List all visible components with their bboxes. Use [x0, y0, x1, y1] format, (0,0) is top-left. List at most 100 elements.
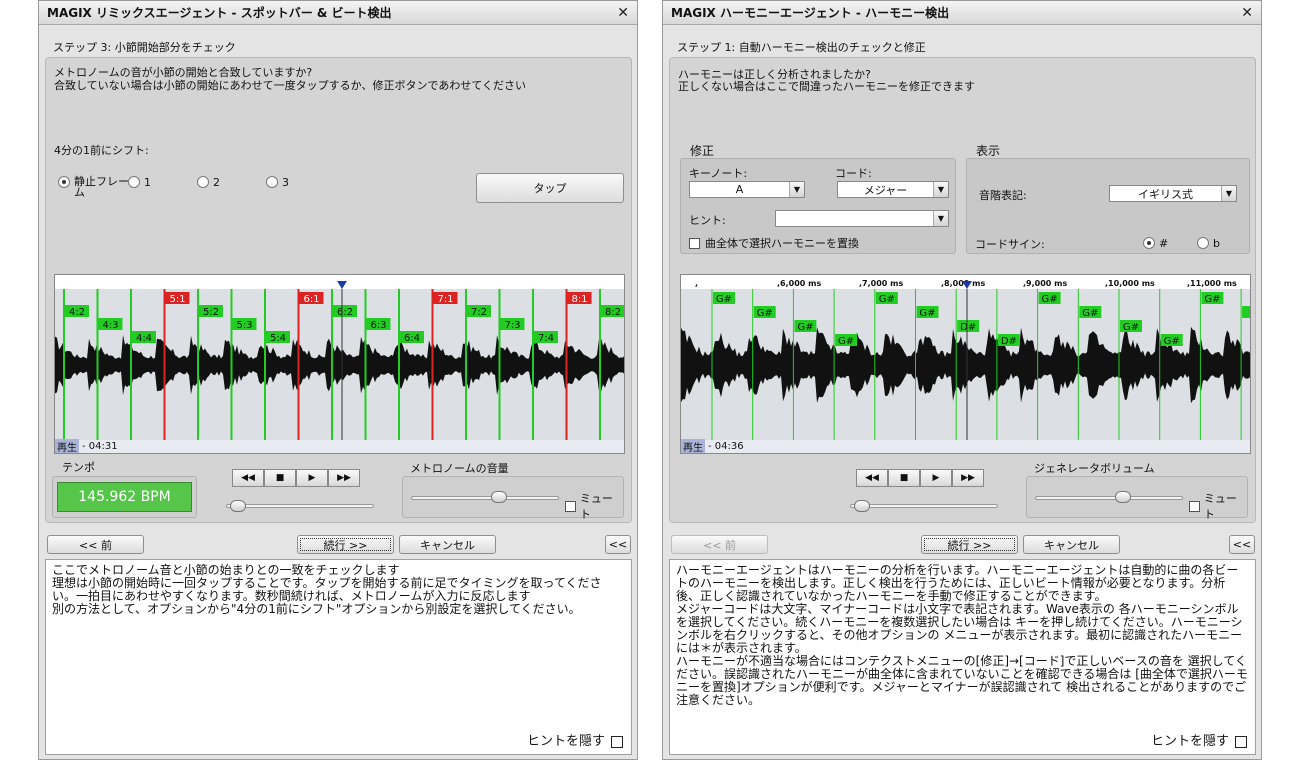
chord-label: コード: [835, 167, 872, 180]
title-bar: MAGIX リミックスエージェント - スポットバー & ビート検出 ✕ [39, 1, 637, 25]
stop-icon[interactable]: ■ [264, 469, 296, 487]
rewind-icon[interactable]: ◀◀ [232, 469, 264, 487]
chevron-down-icon: ▼ [933, 182, 948, 197]
tap-button[interactable]: タップ [476, 173, 624, 203]
window-title: MAGIX ハーモニーエージェント - ハーモニー検出 [671, 6, 950, 20]
keynote-value: A [735, 183, 744, 196]
hint-panel: ハーモニーエージェントはハーモニーの分析を行います。ハーモニーエージェントは自動… [669, 559, 1256, 755]
rewind-icon[interactable]: ◀◀ [856, 469, 888, 487]
playhead-icon [337, 281, 347, 289]
position-slider[interactable] [226, 504, 374, 508]
replace-all-checkbox[interactable]: 曲全体で選択ハーモニーを置換 [689, 235, 859, 251]
window-title: MAGIX リミックスエージェント - スポットバー & ビート検出 [47, 6, 392, 20]
status-time: - 04:31 [82, 441, 118, 452]
ruler-label: ,10,000 ms [1105, 279, 1155, 288]
beat-label: 5:4 [270, 333, 286, 344]
hint-panel: ここでメトロノーム音と小節の始まりとの一致をチェックします 理想は小節の開始時に… [45, 559, 632, 755]
stop-icon[interactable]: ■ [888, 469, 920, 487]
chord-label: G# [919, 308, 935, 319]
question-line-2: 正しくない場合はここで間違ったハーモニーを修正できます [678, 80, 975, 93]
correct-group: キーノート: A ▼ コード: メジャー ▼ ヒント: ▼ 曲全体で選択ハーモニ… [680, 158, 956, 254]
radio-flat[interactable]: b [1197, 237, 1220, 250]
radio-sharp[interactable]: # [1143, 237, 1168, 250]
scale-dropdown[interactable]: イギリス式 ▼ [1109, 185, 1237, 202]
keynote-label: キーノート: [689, 167, 748, 180]
chord-label: G# [1082, 308, 1098, 319]
display-section-label: 表示 [976, 144, 1001, 158]
fast-forward-icon[interactable]: ▶▶ [952, 469, 984, 487]
beat-label: 4:4 [136, 333, 152, 344]
step-label: ステップ 1: 自動ハーモニー検出のチェックと修正 [677, 41, 926, 54]
keynote-dropdown[interactable]: A ▼ [689, 181, 805, 198]
hide-hint-toggle[interactable]: ヒントを隠す [1151, 735, 1247, 748]
prev-button[interactable]: << 前 [671, 535, 768, 554]
mute-checkbox[interactable]: ミュート [1189, 490, 1247, 522]
ruler-label: ,8,000 ms [941, 279, 985, 288]
cancel-button[interactable]: キャンセル [1023, 535, 1120, 554]
playback-status: 再生 - 04:31 [55, 439, 624, 453]
hide-hint-checkbox[interactable] [611, 735, 623, 748]
beat-label: 7:3 [504, 320, 520, 331]
radio-3[interactable]: 3 [266, 176, 289, 189]
generator-volume-thumb[interactable] [1115, 491, 1131, 503]
play-icon[interactable]: ▶ [296, 469, 328, 487]
next-button[interactable]: 続行 >> [297, 535, 394, 554]
beat-label: 4:2 [69, 307, 85, 318]
position-slider-thumb[interactable] [854, 500, 870, 512]
chord-label: G [1249, 308, 1251, 319]
radio-dot [266, 176, 278, 188]
status-tag: 再生 [681, 439, 705, 453]
hide-hint-checkbox[interactable] [1235, 735, 1247, 748]
chord-label: D# [1001, 336, 1017, 347]
hint-text: ハーモニーエージェントはハーモニーの分析を行います。ハーモニーエージェントは自動… [676, 563, 1248, 707]
mute-check[interactable] [565, 500, 576, 512]
radio-dot [1197, 237, 1209, 249]
mute-check[interactable] [1189, 500, 1200, 512]
hint-dropdown[interactable]: ▼ [775, 210, 949, 227]
waveform-view[interactable]: 4:2 4:3 4:4 5:1 5:2 5:3 5:4 6:1 6:2 6:3 6:4 7:1 7:2 7… [54, 274, 625, 454]
chord-label: D# [960, 322, 976, 333]
prev-button[interactable]: << 前 [47, 535, 144, 554]
chord-label: G# [716, 294, 732, 305]
generator-volume-label: ジェネレータボリューム [1034, 462, 1155, 475]
play-icon[interactable]: ▶ [920, 469, 952, 487]
radio-label: 静止フレーム [74, 175, 129, 199]
radio-1[interactable]: 1 [128, 176, 151, 189]
tempo-display: 145.962 BPM [57, 482, 192, 512]
ruler-label: ,11,000 ms [1187, 279, 1237, 288]
radio-label: 2 [213, 176, 220, 189]
close-icon[interactable]: ✕ [617, 5, 629, 21]
main-panel: メトロノームの音が小節の開始と合致していますか? 合致していない場合は小節の開始… [45, 57, 632, 523]
collapse-hint-button[interactable]: << [1229, 535, 1255, 554]
chord-label: G# [1164, 336, 1180, 347]
hide-hint-toggle[interactable]: ヒントを隠す [527, 735, 623, 748]
chord-label: G# [757, 308, 773, 319]
radio-still-frame[interactable]: 静止フレーム [58, 176, 130, 198]
ruler-label: ,9,000 ms [1023, 279, 1067, 288]
radio-dot [128, 176, 140, 188]
fast-forward-icon[interactable]: ▶▶ [328, 469, 360, 487]
metronome-volume-thumb[interactable] [491, 491, 507, 503]
radio-dot [197, 176, 209, 188]
next-button[interactable]: 続行 >> [921, 535, 1018, 554]
beat-label: 5:1 [169, 294, 185, 305]
metronome-volume-label: メトロノームの音量 [410, 462, 509, 475]
mute-checkbox[interactable]: ミュート [565, 490, 623, 522]
collapse-hint-button[interactable]: << [605, 535, 631, 554]
metronome-volume-slider[interactable] [411, 496, 559, 500]
close-icon[interactable]: ✕ [1241, 5, 1253, 21]
tempo-label: テンポ [62, 461, 95, 474]
waveform-view[interactable]: , ,6,000 ms ,7,000 ms ,8,000 ms ,9,000 ms ,10… [680, 274, 1251, 454]
hint-field-label: ヒント: [689, 214, 726, 227]
chevron-down-icon: ▼ [933, 211, 948, 226]
replace-all-check[interactable] [689, 237, 700, 249]
generator-volume-slider[interactable] [1035, 496, 1183, 500]
beat-label: 6:1 [303, 294, 319, 305]
beat-label: 7:1 [437, 294, 453, 305]
cancel-button[interactable]: キャンセル [399, 535, 496, 554]
chord-dropdown[interactable]: メジャー ▼ [837, 181, 949, 198]
position-slider[interactable] [850, 504, 998, 508]
position-slider-thumb[interactable] [230, 500, 246, 512]
beat-label: 5:2 [203, 307, 219, 318]
radio-2[interactable]: 2 [197, 176, 220, 189]
